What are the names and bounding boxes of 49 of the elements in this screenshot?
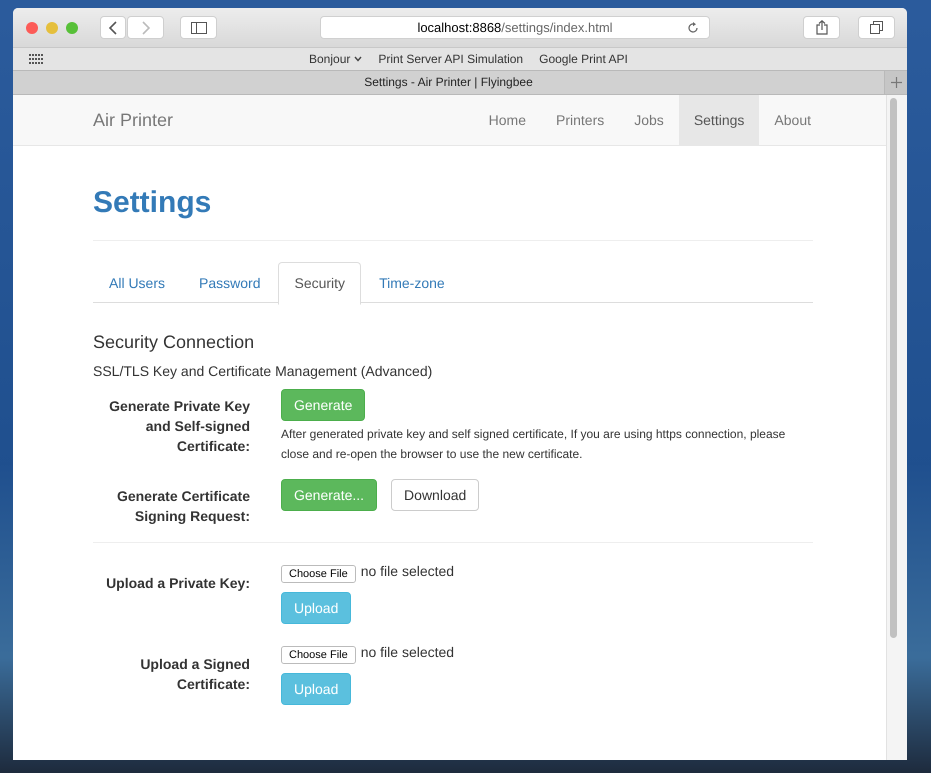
download-button[interactable]: Download	[391, 479, 480, 511]
back-button[interactable]	[100, 16, 126, 39]
generate-button[interactable]: Generate...	[281, 479, 378, 511]
choose-file-button[interactable]: Choose File	[281, 646, 356, 664]
file-status: no file selected	[360, 562, 454, 581]
bookmark-link[interactable]: Print Server API Simulation	[378, 52, 524, 66]
tab[interactable]: Security	[278, 262, 362, 305]
nav-link[interactable]: Jobs	[619, 95, 679, 145]
bookmark-link[interactable]: Google Print API	[539, 52, 628, 66]
url-text: localhost:8868/settings/index.html	[417, 20, 613, 35]
zoom-icon[interactable]	[66, 22, 78, 34]
forward-icon	[140, 20, 150, 34]
file-status: no file selected	[360, 643, 454, 662]
share-button[interactable]	[803, 16, 840, 39]
sidebar-icon	[190, 22, 206, 34]
tabs-button[interactable]	[858, 16, 895, 39]
help-text: After generated private key and self signed certificate, If you are using https connection, please close and re-open the browser to use the new certificate.	[281, 426, 786, 463]
minimize-icon[interactable]	[46, 22, 58, 34]
address-field[interactable]: localhost:8868/settings/index.html	[320, 16, 710, 39]
top-sites-icon[interactable]	[29, 54, 43, 64]
back-icon	[108, 20, 118, 34]
tabs-icon	[870, 21, 883, 34]
page-title: Settings	[93, 146, 813, 241]
section-title: Security Connection	[93, 332, 256, 353]
bookmark-link[interactable]: Bonjour	[309, 52, 362, 66]
nav-link[interactable]: About	[759, 95, 826, 145]
close-icon[interactable]	[26, 22, 38, 34]
brand-link[interactable]: Air Printer	[93, 110, 174, 130]
new-tab-button[interactable]	[884, 71, 907, 94]
nav-link[interactable]: Printers	[541, 95, 620, 145]
scrollbar[interactable]	[886, 95, 907, 760]
tab[interactable]: All Users	[93, 262, 182, 302]
form-label: Generate Private Key and Self-signed Certificate:	[108, 397, 250, 456]
chevron-down-icon	[354, 56, 362, 62]
form-label: Upload a Private Key:	[105, 574, 250, 593]
scroll-thumb[interactable]	[890, 98, 897, 638]
section-subtitle: SSL/TLS Key and Certificate Management (Advanced)	[93, 363, 434, 379]
plus-icon	[890, 77, 902, 88]
reload-icon[interactable]	[687, 22, 699, 34]
form-label: Generate Certificate Signing Request:	[116, 487, 250, 526]
tab[interactable]: Time-zone	[363, 262, 461, 302]
form-label: Upload a Signed Certificate:	[139, 655, 250, 694]
choose-file-button[interactable]: Choose File	[281, 565, 356, 583]
generate-button[interactable]: Generate	[281, 389, 366, 421]
nav-link[interactable]: Home	[474, 95, 541, 145]
sidebar-button[interactable]	[180, 16, 217, 39]
nav-link[interactable]: Settings	[678, 95, 760, 145]
tab[interactable]: Password	[183, 262, 276, 302]
share-icon	[816, 20, 828, 35]
